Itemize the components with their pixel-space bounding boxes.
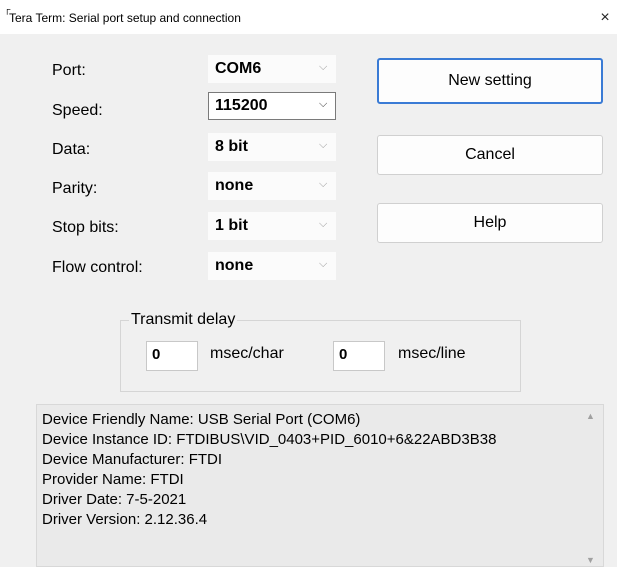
transmit-delay-legend: Transmit delay: [129, 311, 238, 329]
data-select-value: 8 bit: [215, 138, 248, 155]
new-setting-button[interactable]: New setting: [377, 58, 603, 104]
parity-select[interactable]: none ⌵: [208, 172, 336, 200]
stop-bits-select-value: 1 bit: [215, 217, 248, 234]
msec-line-input[interactable]: 0: [333, 341, 385, 371]
device-friendly-name: Device Friendly Name: USB Serial Port (C…: [42, 411, 361, 428]
title-bar: ┌ Tera Term: Serial port setup and conne…: [0, 0, 617, 34]
port-label: Port:: [52, 62, 86, 79]
scroll-down-icon[interactable]: ▼: [586, 555, 595, 565]
driver-version: Driver Version: 2.12.36.4: [42, 511, 208, 528]
scroll-up-icon[interactable]: ▲: [586, 411, 595, 421]
msec-char-input[interactable]: 0: [146, 341, 198, 371]
device-manufacturer: Device Manufacturer: FTDI: [42, 451, 223, 468]
device-instance-id: Device Instance ID: FTDIBUS\VID_0403+PID…: [42, 431, 497, 448]
data-label: Data:: [52, 141, 91, 158]
flow-control-label: Flow control:: [52, 259, 143, 276]
cancel-button[interactable]: Cancel: [377, 135, 603, 175]
stop-bits-label: Stop bits:: [52, 219, 119, 236]
window-title: Tera Term: Serial port setup and connect…: [9, 11, 241, 25]
data-select[interactable]: 8 bit ⌵: [208, 133, 336, 161]
help-button[interactable]: Help: [377, 203, 603, 243]
port-select-value: COM6: [215, 60, 262, 77]
port-select[interactable]: COM6 ⌵: [208, 55, 336, 83]
speed-label: Speed:: [52, 102, 103, 119]
chevron-down-icon: ⌵: [319, 178, 328, 190]
flow-control-select-value: none: [215, 257, 254, 274]
driver-date: Driver Date: 7-5-2021: [42, 491, 187, 508]
chevron-down-icon: ⌵: [319, 218, 328, 230]
parity-label: Parity:: [52, 180, 98, 197]
flow-control-select[interactable]: none ⌵: [208, 252, 336, 280]
stop-bits-select[interactable]: 1 bit ⌵: [208, 212, 336, 240]
device-info-box[interactable]: Device Friendly Name: USB Serial Port (C…: [36, 404, 604, 567]
chevron-down-icon: ⌵: [319, 139, 328, 151]
msec-char-label: msec/char: [210, 345, 284, 362]
chevron-down-icon: ⌵: [319, 61, 328, 73]
speed-select[interactable]: 115200 ⌵: [208, 92, 336, 120]
chevron-down-icon: ⌵: [319, 98, 328, 110]
close-button[interactable]: ×: [596, 8, 614, 28]
msec-line-label: msec/line: [398, 345, 466, 362]
parity-select-value: none: [215, 177, 254, 194]
speed-select-value: 115200: [215, 97, 268, 114]
provider-name: Provider Name: FTDI: [42, 471, 184, 488]
chevron-down-icon: ⌵: [319, 258, 328, 270]
